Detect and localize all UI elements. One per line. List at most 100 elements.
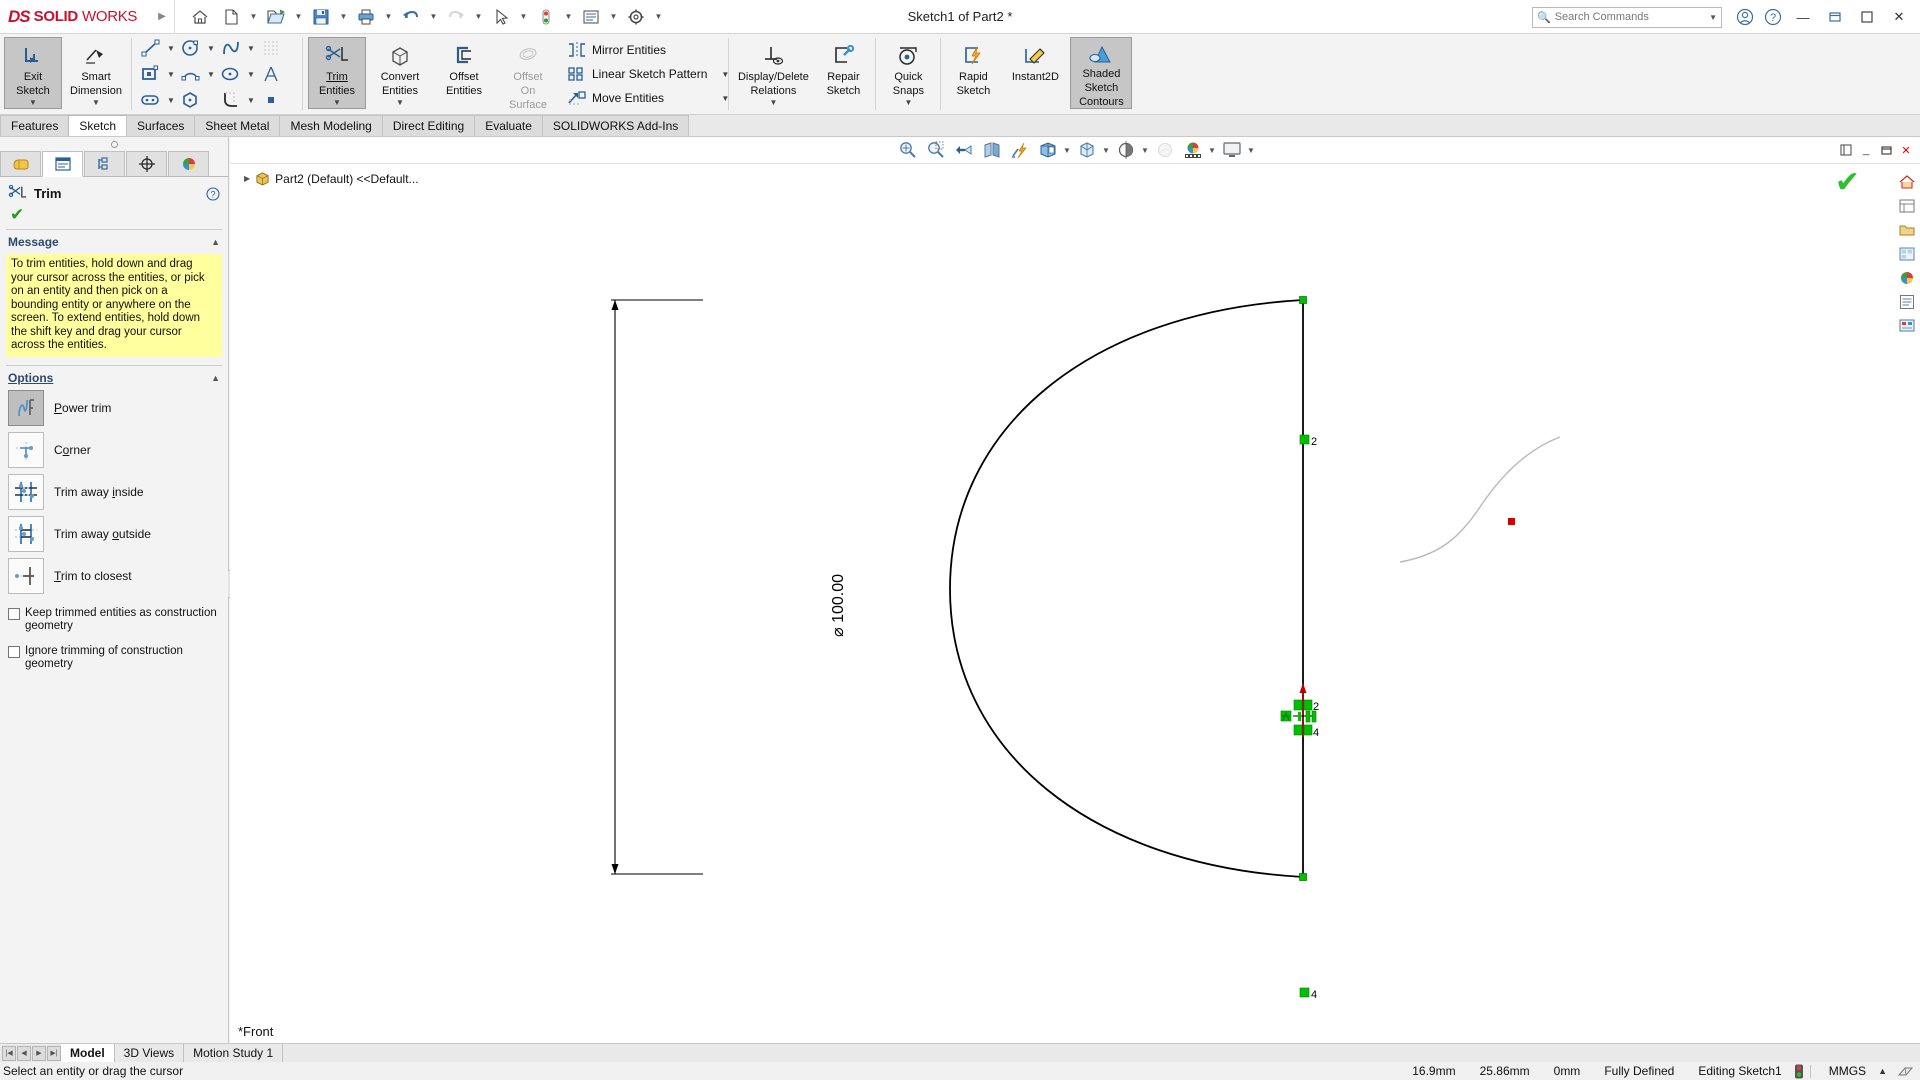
- solidworks-logo[interactable]: DS SOLIDWORKS: [0, 0, 150, 34]
- tab-surfaces[interactable]: Surfaces: [126, 115, 195, 136]
- redo-dropdown-icon[interactable]: ▼: [472, 2, 485, 32]
- chevron-up-icon-2[interactable]: ▲: [211, 373, 220, 383]
- help-icon[interactable]: ?: [1760, 4, 1786, 30]
- checkbox-ignore-trimming[interactable]: Ignore trimming of construction geometry: [0, 641, 228, 671]
- options-section-header[interactable]: Options ▲: [0, 366, 228, 387]
- fillet-tool[interactable]: ▼: [217, 87, 257, 113]
- property-manager-tab[interactable]: [42, 151, 83, 177]
- options-dropdown-icon[interactable]: ▼: [607, 2, 620, 32]
- maximize-button[interactable]: [1852, 2, 1882, 32]
- convert-entities-button[interactable]: Convert Entities ▼: [368, 38, 432, 114]
- new-document-dropdown-icon[interactable]: ▼: [247, 2, 260, 32]
- smart-dimension-button[interactable]: Smart Dimension ▼: [64, 38, 128, 114]
- chevron-up-icon[interactable]: ▲: [211, 237, 220, 247]
- display-delete-relations-button[interactable]: Display/Delete Relations ▼: [732, 38, 814, 114]
- display-manager-tab[interactable]: [168, 151, 209, 177]
- circle-dropdown-icon[interactable]: ▼: [205, 36, 217, 60]
- ellipse-dropdown-icon[interactable]: ▼: [245, 62, 257, 86]
- exit-sketch-dropdown-icon[interactable]: ▼: [29, 98, 37, 107]
- move-entities-dropdown-icon[interactable]: ▼: [707, 94, 723, 103]
- sketch-canvas[interactable]: 2 4 2 4: [230, 137, 1920, 1049]
- help-icon[interactable]: ?: [206, 187, 220, 201]
- linear-sketch-pattern-button[interactable]: Linear Sketch Pattern ▼: [564, 62, 725, 86]
- eraser-icon[interactable]: [1897, 1064, 1914, 1079]
- option-trim-away-outside[interactable]: Trim away outside: [0, 513, 228, 555]
- rapid-sketch-button[interactable]: Rapid Sketch: [944, 38, 1002, 114]
- tab-solidworks-addins[interactable]: SOLIDWORKS Add-Ins: [542, 115, 689, 136]
- nav-prev-icon[interactable]: ◀: [17, 1046, 31, 1061]
- ok-check-icon[interactable]: ✔: [0, 206, 228, 226]
- display-delete-relations-dropdown-icon[interactable]: ▼: [769, 98, 777, 107]
- bottom-tab-model[interactable]: Model: [61, 1044, 115, 1062]
- trim-entities-button[interactable]: Trim Entities ▼: [308, 37, 366, 109]
- tab-features[interactable]: Features: [0, 115, 69, 136]
- move-entities-button[interactable]: Move Entities ▼: [564, 86, 725, 110]
- save-dropdown-icon[interactable]: ▼: [337, 2, 350, 32]
- search-dropdown-icon[interactable]: ▼: [1709, 13, 1717, 22]
- message-section-header[interactable]: Message ▲: [0, 230, 228, 251]
- mirror-entities-button[interactable]: Mirror Entities: [564, 38, 725, 62]
- rebuild-icon[interactable]: [531, 2, 561, 32]
- tab-sheet-metal[interactable]: Sheet Metal: [194, 115, 280, 136]
- rectangle-tool[interactable]: ▼: [137, 61, 177, 87]
- close-button[interactable]: ✕: [1884, 2, 1914, 32]
- tab-direct-editing[interactable]: Direct Editing: [382, 115, 475, 136]
- search-input[interactable]: 🔍 Search Commands ▼: [1532, 7, 1722, 28]
- instant2d-button[interactable]: Instant2D: [1002, 38, 1068, 114]
- grid-tool[interactable]: [257, 35, 297, 61]
- arc-tool[interactable]: ▼: [177, 61, 217, 87]
- restore-button[interactable]: [1820, 2, 1850, 32]
- text-tool[interactable]: [257, 61, 297, 87]
- nav-next-icon[interactable]: ▶: [32, 1046, 46, 1061]
- offset-entities-button[interactable]: Offset Entities: [432, 38, 496, 114]
- option-corner[interactable]: Corner: [0, 429, 228, 471]
- new-document-icon[interactable]: [216, 2, 246, 32]
- dimxpert-manager-tab[interactable]: [126, 151, 167, 177]
- circle-tool[interactable]: ▼: [177, 35, 217, 61]
- smart-dimension-dropdown-icon[interactable]: ▼: [92, 98, 100, 107]
- tab-mesh-modeling[interactable]: Mesh Modeling: [279, 115, 382, 136]
- ellipse-tool[interactable]: ▼: [217, 61, 257, 87]
- linear-sketch-pattern-dropdown-icon[interactable]: ▼: [707, 70, 723, 79]
- exit-sketch-button[interactable]: Exit Sketch ▼: [4, 37, 62, 109]
- trim-entities-dropdown-icon[interactable]: ▼: [333, 98, 341, 107]
- spline-dropdown-icon[interactable]: ▼: [245, 36, 257, 60]
- spline-tool[interactable]: ▼: [217, 35, 257, 61]
- print-dropdown-icon[interactable]: ▼: [382, 2, 395, 32]
- panel-pin-icon[interactable]: [0, 137, 228, 151]
- arc-dropdown-icon[interactable]: ▼: [205, 62, 217, 86]
- option-power-trim[interactable]: Power trim: [0, 387, 228, 429]
- convert-entities-dropdown-icon[interactable]: ▼: [396, 98, 404, 107]
- tab-sketch[interactable]: Sketch: [68, 115, 127, 136]
- graphics-area[interactable]: ▼ ▼ ▼ ▼ ▼ _: [230, 137, 1920, 1049]
- menu-expand-arrow-icon[interactable]: ▶: [150, 11, 174, 22]
- slot-dropdown-icon[interactable]: ▼: [165, 88, 177, 112]
- user-account-icon[interactable]: [1732, 4, 1758, 30]
- fillet-dropdown-icon[interactable]: ▼: [245, 88, 257, 112]
- slot-tool[interactable]: ▼: [137, 87, 177, 113]
- feature-manager-tab[interactable]: [0, 151, 41, 177]
- minimize-button[interactable]: —: [1788, 2, 1818, 32]
- point-tool[interactable]: [257, 87, 297, 113]
- nav-first-icon[interactable]: |◀: [2, 1046, 16, 1061]
- checkbox-keep-trimmed[interactable]: Keep trimmed entities as construction ge…: [0, 603, 228, 633]
- print-icon[interactable]: [351, 2, 381, 32]
- open-document-icon[interactable]: [261, 2, 291, 32]
- status-units[interactable]: MMGS: [1817, 1064, 1878, 1078]
- keep-trimmed-checkbox[interactable]: [8, 608, 20, 620]
- quick-snaps-button[interactable]: Quick Snaps ▼: [879, 38, 937, 114]
- ignore-trimming-checkbox[interactable]: [8, 646, 20, 658]
- status-units-caret-icon[interactable]: ▲: [1878, 1066, 1897, 1076]
- nav-last-icon[interactable]: ▶|: [47, 1046, 61, 1061]
- option-trim-to-closest[interactable]: Trim to closest: [0, 555, 228, 597]
- quick-snaps-dropdown-icon[interactable]: ▼: [904, 98, 912, 107]
- line-dropdown-icon[interactable]: ▼: [165, 36, 177, 60]
- gear-icon[interactable]: [621, 2, 651, 32]
- repair-sketch-button[interactable]: Repair Sketch: [814, 38, 872, 114]
- options-icon[interactable]: [576, 2, 606, 32]
- home-icon[interactable]: [185, 2, 215, 32]
- bottom-tab-3d-views[interactable]: 3D Views: [115, 1044, 184, 1062]
- tab-evaluate[interactable]: Evaluate: [474, 115, 543, 136]
- option-trim-away-inside[interactable]: Trim away inside: [0, 471, 228, 513]
- undo-dropdown-icon[interactable]: ▼: [427, 2, 440, 32]
